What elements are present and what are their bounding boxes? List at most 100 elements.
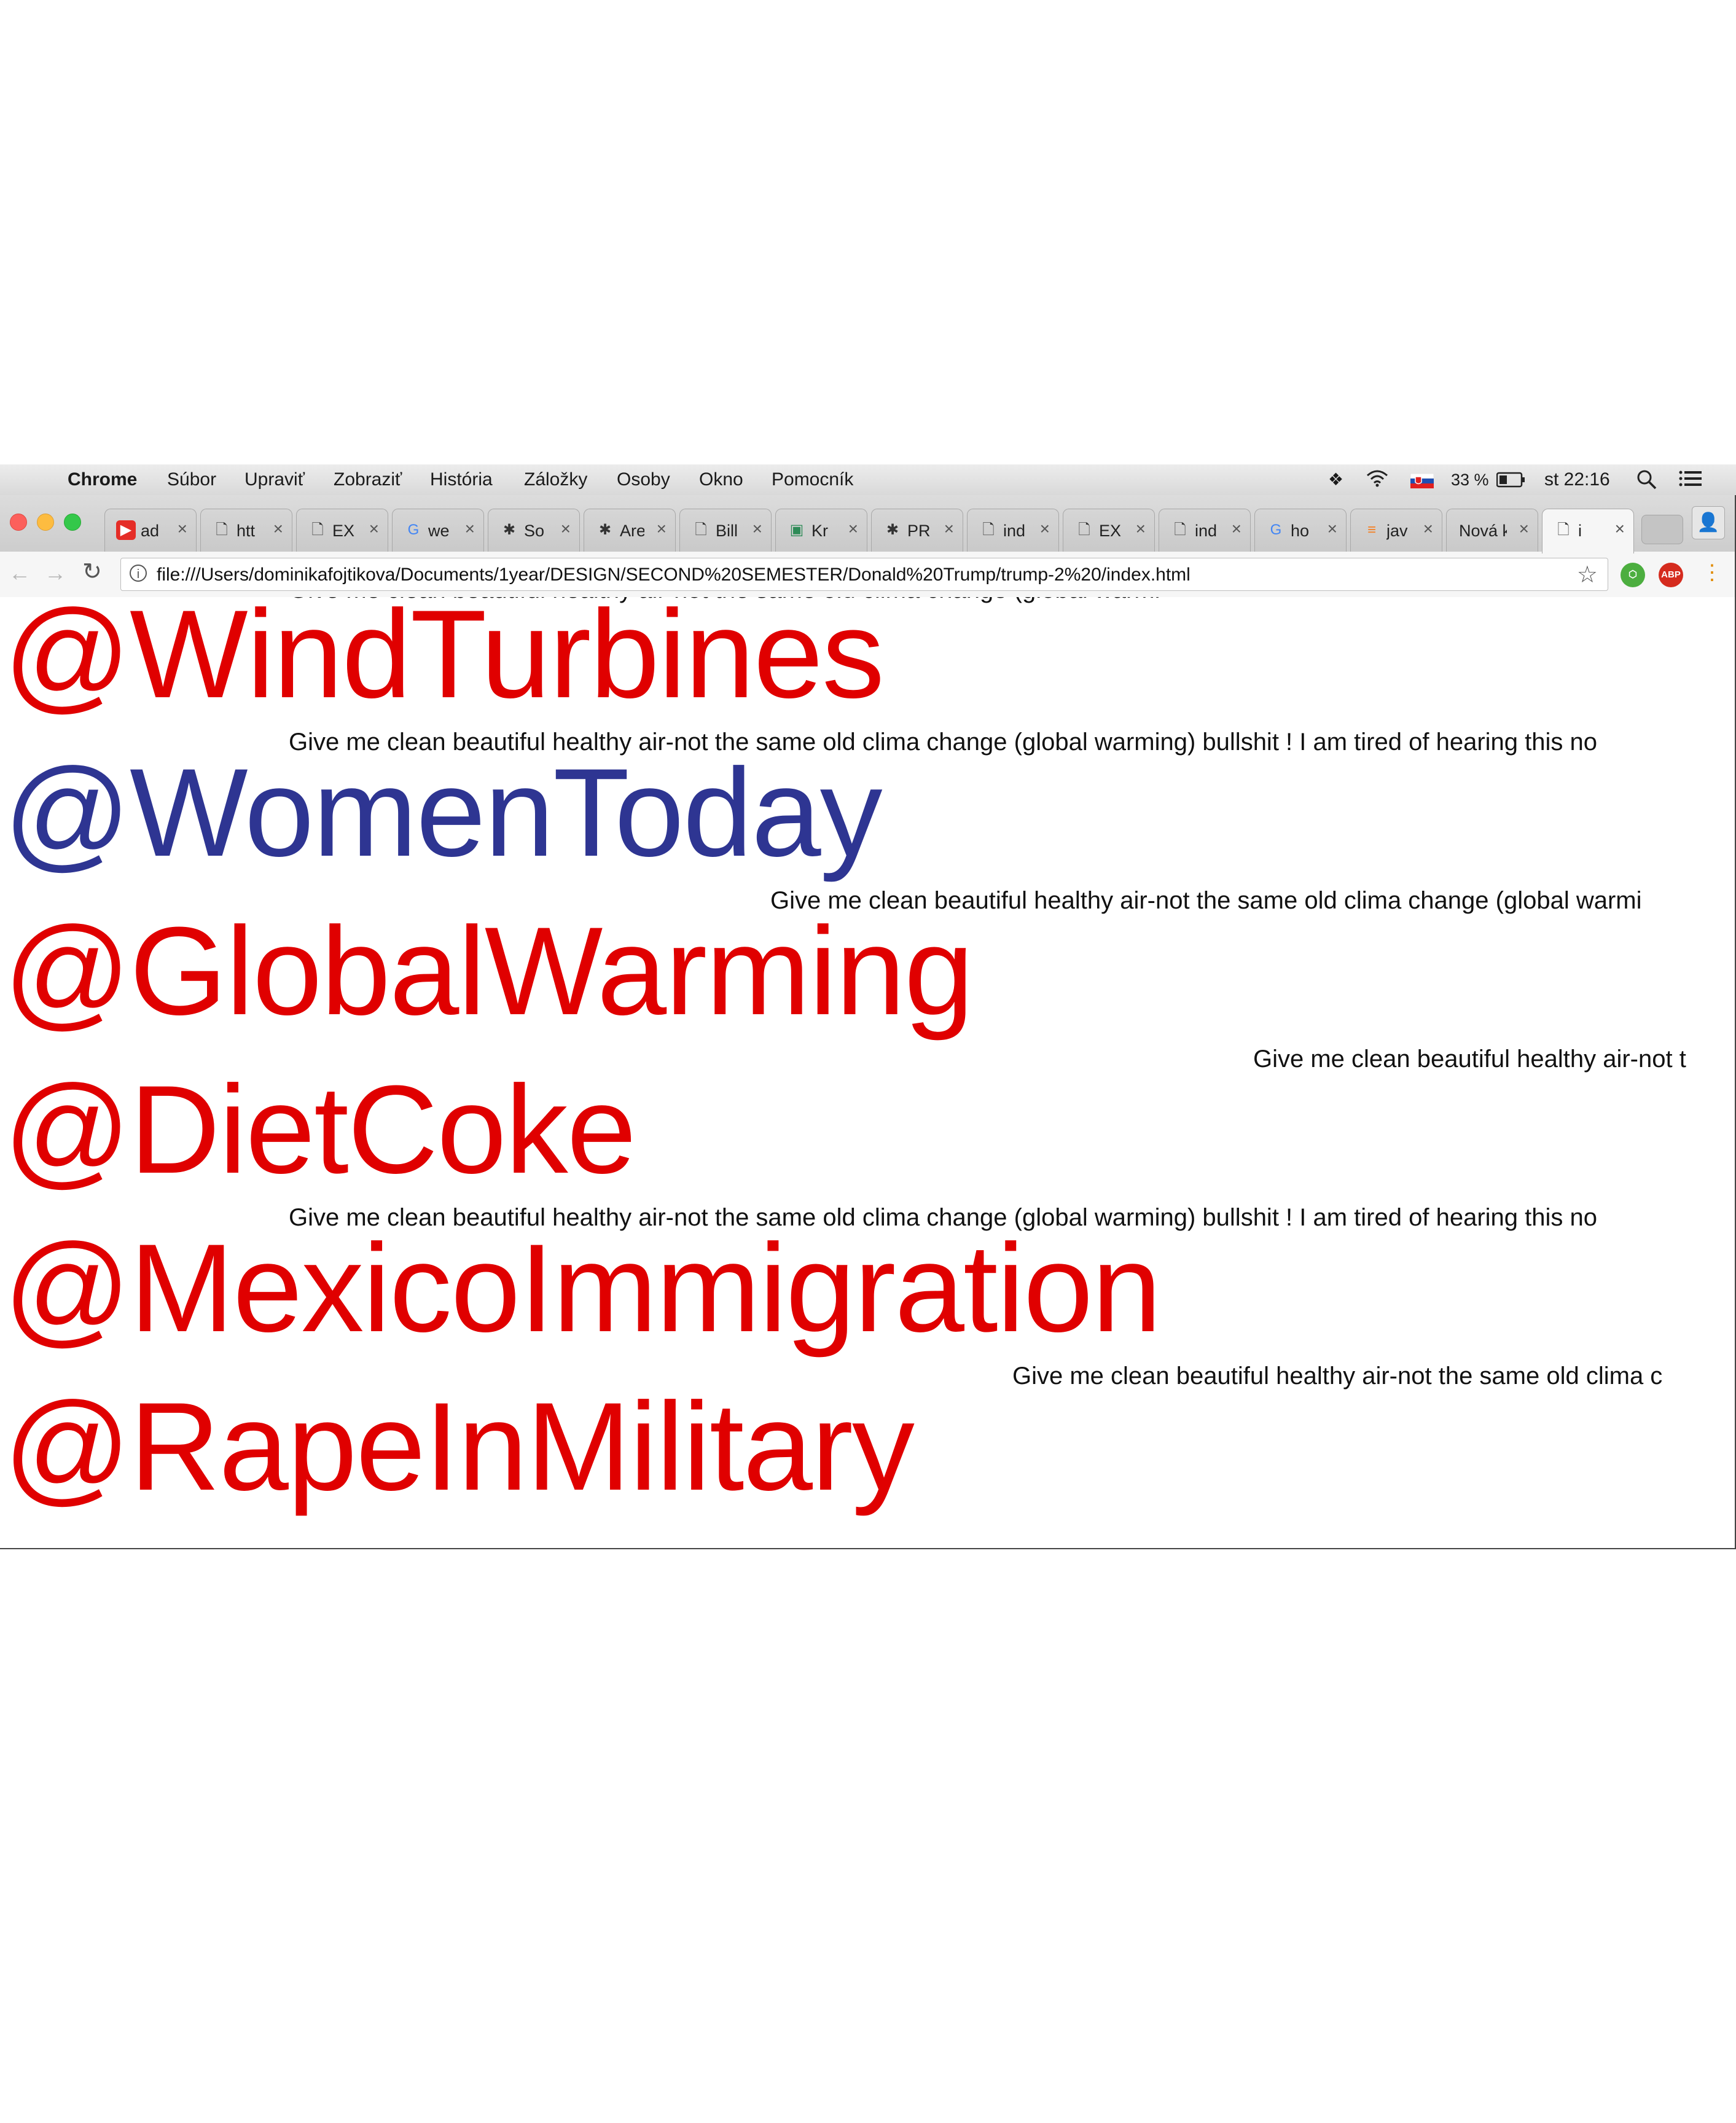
document-icon: 🗋 — [1078, 522, 1090, 538]
site-icon: ✱ — [502, 522, 516, 538]
tab-14[interactable]: ≡ jav × — [1350, 509, 1442, 552]
youtube-icon: ▶ — [116, 520, 136, 540]
tab-label: Kr — [811, 522, 828, 540]
site-icon: ✱ — [598, 522, 612, 538]
menu-edit[interactable]: Upraviť — [244, 469, 305, 490]
menu-history[interactable]: História — [430, 469, 493, 490]
tab-label: EX — [332, 522, 355, 540]
back-arrow-icon[interactable]: ← — [9, 560, 31, 586]
new-tab-button[interactable] — [1641, 515, 1683, 544]
address-url[interactable]: file:///Users/dominikafojtikova/Document… — [157, 565, 1191, 585]
document-icon: 🗋 — [982, 522, 995, 538]
tab-label: ad — [141, 522, 160, 540]
chrome-menu-icon[interactable]: ⋮ — [1702, 560, 1722, 585]
hashtag-5: @MexicoImmigration — [4, 1218, 1162, 1358]
forward-arrow-icon[interactable]: → — [44, 560, 66, 586]
battery-percent[interactable]: 33 % — [1451, 471, 1489, 490]
tab-label: jav — [1386, 522, 1408, 540]
tab-close-icon[interactable]: × — [1519, 519, 1529, 539]
document-icon: 🗋 — [1174, 522, 1186, 538]
google-icon: G — [407, 522, 420, 538]
tab-label: i — [1578, 522, 1582, 540]
tab-3[interactable]: 🗋 EX × — [296, 509, 388, 552]
tab-4[interactable]: Gwe × — [392, 509, 484, 552]
info-icon[interactable]: i — [130, 565, 147, 582]
tab-5[interactable]: ✱ So × — [488, 509, 580, 552]
reload-icon[interactable]: ↻ — [82, 558, 102, 585]
menu-help[interactable]: Pomocník — [772, 469, 853, 490]
tab-9[interactable]: ✱ PR × — [871, 509, 963, 552]
bookmark-star-icon[interactable]: ☆ — [1577, 561, 1598, 588]
address-bar[interactable]: i file:///Users/dominikafojtikova/Docume… — [120, 558, 1608, 591]
hashtag-4: @DietCoke — [4, 1060, 636, 1200]
input-source-flag-icon[interactable] — [1410, 473, 1434, 493]
tab-close-icon[interactable]: × — [753, 519, 762, 539]
tab-label: ho — [1291, 522, 1310, 540]
menu-people[interactable]: Osoby — [617, 469, 670, 490]
tab-label: htt — [237, 522, 256, 540]
menu-bar: Chrome Súbor Upraviť Zobraziť História Z… — [0, 464, 1736, 496]
tab-8[interactable]: ▣ Kr × — [775, 509, 867, 552]
tab-close-icon[interactable]: × — [1423, 519, 1433, 539]
tab-13[interactable]: Gho × — [1254, 509, 1347, 552]
wifi-icon[interactable] — [1365, 469, 1390, 492]
extension-leaf-icon[interactable]: ⬡ — [1621, 563, 1645, 587]
document-icon: 🗋 — [1557, 522, 1570, 538]
document-icon: 🗋 — [311, 522, 324, 538]
dropbox-icon[interactable]: ❖ — [1328, 469, 1343, 490]
tab-strip: ▶ ad × 🗋 htt × 🗋 EX × Gwe × ✱ So × ✱ Are × 🗋 Bill × ▣ Kr × ✱ PR ×… — [0, 495, 1735, 553]
hashtag-6: @RapeInMilitary — [4, 1377, 915, 1517]
tab-close-icon[interactable]: × — [848, 519, 858, 539]
tab-close-icon[interactable]: × — [1136, 519, 1146, 539]
site-icon: ✱ — [886, 522, 899, 538]
tab-label: PR — [907, 522, 931, 540]
spotlight-search-icon[interactable] — [1636, 469, 1657, 495]
zoom-window-button[interactable] — [64, 514, 81, 531]
clock[interactable]: st 22:16 — [1544, 469, 1610, 490]
battery-icon[interactable] — [1496, 472, 1526, 492]
tab-label: Bill — [716, 522, 738, 540]
tab-2[interactable]: 🗋 htt × — [200, 509, 292, 552]
tab-label: ind — [1195, 522, 1218, 540]
tab-close-icon[interactable]: × — [273, 519, 283, 539]
close-window-button[interactable] — [10, 514, 27, 531]
tab-16[interactable]: 🗋 i × — [1542, 509, 1634, 553]
minimize-window-button[interactable] — [37, 514, 54, 531]
tab-close-icon[interactable]: × — [1232, 519, 1241, 539]
tab-label: ind — [1003, 522, 1026, 540]
menu-view[interactable]: Zobraziť — [334, 469, 402, 490]
tab-6[interactable]: ✱ Are × — [584, 509, 676, 552]
hashtag-3: @GlobalWarming — [4, 901, 974, 1041]
adblock-plus-icon[interactable]: ABP — [1659, 563, 1683, 587]
tab-10[interactable]: 🗋 ind × — [967, 509, 1059, 552]
menu-file[interactable]: Súbor — [167, 469, 216, 490]
tab-11[interactable]: 🗋 EX × — [1063, 509, 1155, 552]
profile-avatar-icon[interactable]: 👤 — [1692, 506, 1725, 539]
document-icon: 🗋 — [695, 522, 707, 538]
tab-1[interactable]: ▶ ad × — [104, 509, 197, 552]
notification-center-icon[interactable] — [1678, 469, 1703, 492]
browser-window: ▶ ad × 🗋 htt × 🗋 EX × Gwe × ✱ So × ✱ Are × 🗋 Bill × ▣ Kr × ✱ PR ×… — [0, 495, 1736, 1549]
menu-bookmarks[interactable]: Záložky — [524, 469, 587, 490]
hashtag-2: @WomenToday — [4, 743, 883, 883]
tab-12[interactable]: 🗋 ind × — [1159, 509, 1251, 552]
tab-label: Nová k — [1459, 522, 1507, 540]
browser-toolbar: ← → ↻ i file:///Users/dominikafojtikova/… — [0, 552, 1735, 598]
menu-window[interactable]: Okno — [699, 469, 743, 490]
tv-icon: ▣ — [789, 522, 804, 538]
tab-close-icon[interactable]: × — [1327, 519, 1337, 539]
tab-close-icon[interactable]: × — [1615, 519, 1625, 539]
tab-label: EX — [1099, 522, 1122, 540]
tab-7[interactable]: 🗋 Bill × — [679, 509, 772, 552]
tab-close-icon[interactable]: × — [657, 519, 667, 539]
tab-close-icon[interactable]: × — [465, 519, 475, 539]
menu-app-name[interactable]: Chrome — [68, 469, 137, 490]
tab-close-icon[interactable]: × — [369, 519, 379, 539]
tab-close-icon[interactable]: × — [178, 519, 187, 539]
tab-close-icon[interactable]: × — [1040, 519, 1050, 539]
tweet-line-5: Give me clean beautiful healthy air-not … — [1012, 1363, 1663, 1390]
tab-close-icon[interactable]: × — [561, 519, 571, 539]
google-icon: G — [1270, 522, 1282, 538]
tab-close-icon[interactable]: × — [944, 519, 954, 539]
tab-15[interactable]: Nová k × — [1446, 509, 1538, 552]
